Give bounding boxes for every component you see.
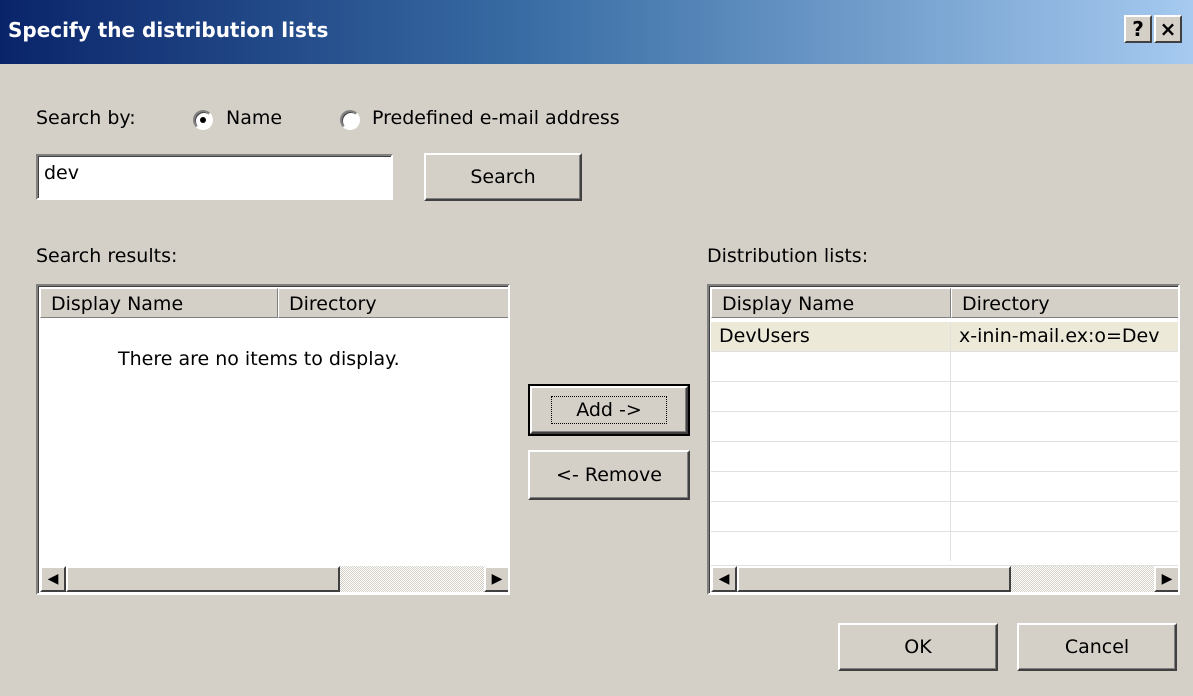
add-button-label: Add -> [551,396,667,424]
empty-row [711,412,1178,442]
distribution-lists-label: Distribution lists: [707,245,869,267]
distribution-lists-list[interactable]: Display Name Directory DevUsers x-inin-m… [707,284,1180,595]
search-by-label: Search by: [36,107,136,129]
search-results-list[interactable]: Display Name Directory There are no item… [36,284,510,595]
scroll-track[interactable] [737,566,1154,592]
empty-results-text: There are no items to display. [118,348,400,370]
scroll-left-icon[interactable]: ◀ [40,566,66,592]
help-button[interactable]: ? [1124,15,1152,43]
distribution-lists-header: Display Name Directory [711,288,1178,318]
name-radio-label[interactable]: Name [226,107,282,129]
search-results-header: Display Name Directory [40,288,508,318]
search-results-label: Search results: [36,245,178,267]
scroll-thumb[interactable] [737,566,1011,592]
scroll-right-icon[interactable]: ▶ [484,566,508,592]
empty-row [711,472,1178,502]
column-display-name[interactable]: Display Name [711,288,951,318]
search-input[interactable]: dev [36,154,393,200]
window-title: Specify the distribution lists [8,18,329,42]
email-radio[interactable] [340,110,360,130]
cell-display-name: DevUsers [711,322,951,351]
search-results-hscrollbar[interactable]: ◀ ▶ [40,566,508,592]
empty-row [711,442,1178,472]
empty-row [711,352,1178,382]
empty-row [711,382,1178,412]
column-display-name[interactable]: Display Name [40,288,278,318]
scroll-right-icon[interactable]: ▶ [1154,566,1178,592]
add-button[interactable]: Add -> [528,384,690,436]
title-bar: Specify the distribution lists ? × [0,0,1193,64]
table-row[interactable]: DevUsers x-inin-mail.ex:o=Dev [711,322,1178,352]
column-directory[interactable]: Directory [278,288,508,318]
distribution-lists-hscrollbar[interactable]: ◀ ▶ [711,566,1178,592]
cancel-button[interactable]: Cancel [1017,623,1177,671]
scroll-track[interactable] [66,566,484,592]
ok-button[interactable]: OK [838,623,998,671]
name-radio[interactable] [193,110,213,130]
scroll-thumb[interactable] [66,566,340,592]
column-directory[interactable]: Directory [951,288,1178,318]
email-radio-label[interactable]: Predefined e-mail address [372,107,620,129]
search-button[interactable]: Search [424,153,582,201]
cell-directory: x-inin-mail.ex:o=Dev [951,322,1178,351]
empty-row [711,502,1178,532]
scroll-left-icon[interactable]: ◀ [711,566,737,592]
close-button[interactable]: × [1154,15,1182,43]
radio-selected-dot [200,117,206,123]
remove-button[interactable]: <- Remove [528,450,690,500]
empty-row [711,532,1178,566]
